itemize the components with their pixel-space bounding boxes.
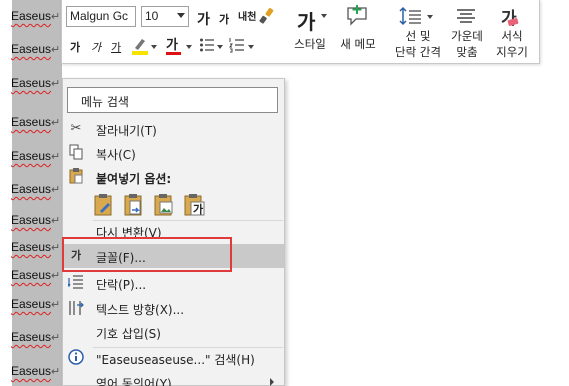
clear-format-label-line2: 지우기 xyxy=(496,45,528,59)
menu-item-label: 복사(C) xyxy=(96,148,136,162)
center-label-line2: 맞춤 xyxy=(456,45,478,59)
copy-icon xyxy=(68,144,84,162)
styles-label: 스타일 xyxy=(294,37,326,51)
menu-item-synonyms[interactable]: 영어 동의어(Y) xyxy=(63,370,284,386)
context-menu: 메뉴 검색 ✂ 잘라내기(T) 복사(C) 붙여넣기 옵션: 가 다시 변환(V… xyxy=(62,78,285,386)
menu-item-label: 영어 동의어(Y) xyxy=(96,377,172,386)
doc-line[interactable]: Easeus↵ xyxy=(11,240,60,254)
bullet-list-icon xyxy=(200,38,214,52)
chevron-down-icon xyxy=(151,45,157,49)
numbered-list-icon xyxy=(229,38,244,53)
doc-line[interactable]: Easeus↵ xyxy=(11,297,60,311)
styles-button[interactable]: 가 xyxy=(297,6,315,35)
menu-item-label: "Easeuseaseuse..." 검색(H) xyxy=(96,353,255,367)
font-size-value: 10 xyxy=(145,9,159,23)
align-center-icon xyxy=(457,9,475,23)
doc-line[interactable]: Easeus↵ xyxy=(11,9,60,23)
paragraph-icon xyxy=(67,274,84,292)
font-name-value: Malgun Gc xyxy=(70,9,129,23)
paste-text-only-button[interactable]: 가 xyxy=(183,193,205,217)
doc-line[interactable]: Easeus↵ xyxy=(11,213,60,227)
paintbrush-icon xyxy=(259,7,274,24)
underline-button[interactable]: 가 xyxy=(111,39,121,55)
paste-keep-formatting-icon xyxy=(94,194,112,216)
bullets-button[interactable] xyxy=(199,37,215,56)
font-color-glyph: 가 xyxy=(166,38,178,53)
clear-format-label-line1: 서식 xyxy=(501,29,523,43)
doc-line[interactable]: Easeus↵ xyxy=(11,330,60,344)
font-size-select[interactable]: 10 xyxy=(141,6,189,27)
chevron-down-icon xyxy=(248,45,254,49)
menu-item-copy[interactable]: 복사(C) xyxy=(63,141,284,165)
chevron-right-icon xyxy=(270,378,274,386)
menu-item-label: 텍스트 방향(X)... xyxy=(96,303,185,317)
center-label-line1: 가운데 xyxy=(451,29,483,43)
menu-item-insert-symbol[interactable]: 기호 삽입(S) xyxy=(63,320,284,344)
paste-picture-icon xyxy=(154,194,173,216)
text-direction-icon xyxy=(68,299,84,317)
paste-keep-source-button[interactable] xyxy=(93,193,115,217)
menu-item-label: 단락(P)... xyxy=(96,278,147,292)
comment-icon xyxy=(347,5,367,26)
menu-item-cut[interactable]: ✂ 잘라내기(T) xyxy=(63,117,284,141)
bold-button[interactable]: 가 xyxy=(70,39,80,55)
highlight-annotation-box xyxy=(62,237,232,272)
paste-text-glyph: 가 xyxy=(193,203,204,216)
doc-line[interactable]: Easeus↵ xyxy=(11,76,60,90)
styles-glyph: 가 xyxy=(297,10,316,34)
new-comment-label: 새 메모 xyxy=(340,37,376,51)
menu-item-text-direction[interactable]: 텍스트 방향(X)... xyxy=(63,296,284,320)
doc-line[interactable]: Easeus↵ xyxy=(11,149,60,163)
chevron-down-icon xyxy=(217,45,223,49)
menu-item-label: 잘라내기(T) xyxy=(96,124,157,138)
menu-item-smart-lookup[interactable]: "Easeuseaseuse..." 검색(H) xyxy=(63,346,284,370)
menu-item-paragraph[interactable]: 단락(P)... xyxy=(63,271,284,295)
paste-merge-icon xyxy=(124,194,142,216)
phonetic-guide-button[interactable]: 내천 xyxy=(238,8,256,23)
menu-item-label: 기호 삽입(S) xyxy=(96,327,161,341)
highlighter-icon xyxy=(132,39,148,55)
new-comment-button[interactable] xyxy=(345,4,371,31)
chevron-down-icon xyxy=(321,14,327,18)
numbering-button[interactable] xyxy=(229,37,245,56)
center-align-button[interactable] xyxy=(455,7,477,30)
doc-line[interactable]: Easeus↵ xyxy=(11,182,60,196)
chevron-down-icon xyxy=(177,13,185,18)
scissors-icon: ✂ xyxy=(70,121,82,136)
clear-formatting-label: 서식 지우기 xyxy=(487,28,537,60)
clipboard-icon xyxy=(68,168,84,186)
font-color-swatch xyxy=(166,52,181,55)
grow-font-button[interactable]: 가 xyxy=(197,9,210,29)
center-align-label: 가운데 맞춤 xyxy=(442,28,492,60)
menu-item-paste-options: 붙여넣기 옵션: xyxy=(63,165,284,189)
chevron-down-icon xyxy=(427,15,433,19)
clear-formatting-button[interactable]: 가 xyxy=(501,4,519,29)
paste-picture-button[interactable] xyxy=(153,193,175,217)
mini-toolbar: Malgun Gc 10 가 가 내천 가 스타일 새 메모 선 및 단락 간격 xyxy=(61,0,540,64)
doc-line[interactable]: Easeus↵ xyxy=(11,115,60,129)
search-info-icon xyxy=(68,349,84,367)
chevron-down-icon xyxy=(186,45,192,49)
shrink-font-button[interactable]: 가 xyxy=(219,11,229,27)
highlight-color-button[interactable] xyxy=(131,36,149,59)
menu-search-input[interactable]: 메뉴 검색 xyxy=(67,87,278,113)
doc-line[interactable]: Easeus↵ xyxy=(11,42,60,56)
doc-line[interactable]: Easeus↵ xyxy=(11,268,60,282)
format-painter-button[interactable] xyxy=(258,7,276,28)
italic-button[interactable]: 가 xyxy=(91,39,101,55)
font-name-select[interactable]: Malgun Gc xyxy=(66,6,136,27)
doc-line[interactable]: Easeus↵ xyxy=(11,364,60,378)
eraser-icon xyxy=(507,18,519,26)
menu-item-label: 붙여넣기 옵션: xyxy=(96,172,172,186)
menu-search-label: 메뉴 검색 xyxy=(81,95,129,109)
font-color-button[interactable]: 가 xyxy=(166,34,181,55)
line-spacing-icon xyxy=(399,6,421,26)
paste-merge-formatting-button[interactable] xyxy=(123,193,145,217)
